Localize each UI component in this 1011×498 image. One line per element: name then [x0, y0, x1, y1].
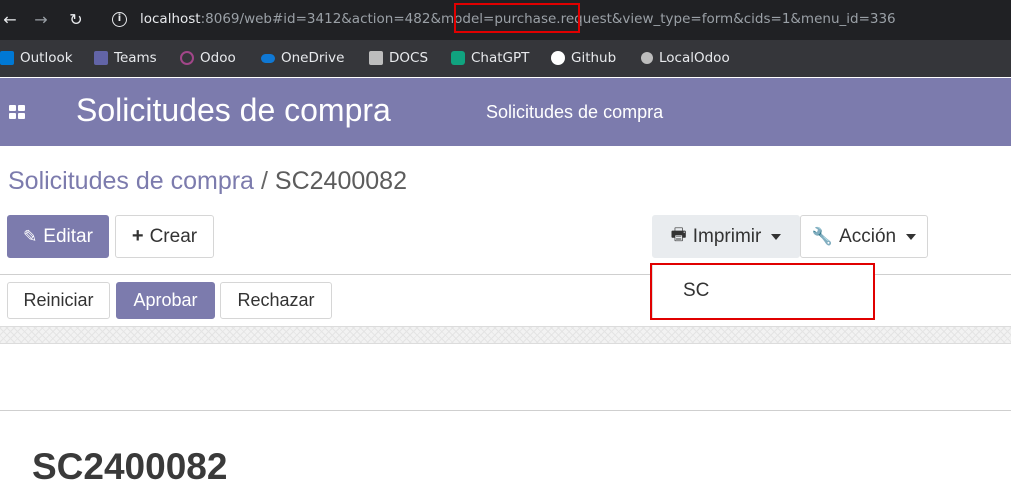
- wrench-icon: 🔧: [811, 226, 834, 246]
- bookmark-label: DOCS: [389, 50, 429, 66]
- create-button-label: Crear: [149, 225, 198, 247]
- reset-button[interactable]: Reiniciar: [7, 282, 110, 319]
- record-name-title: SC2400082: [32, 446, 228, 487]
- reload-icon[interactable]: ↻: [66, 10, 86, 30]
- approve-button[interactable]: Aprobar: [116, 282, 215, 319]
- chatgpt-icon: [451, 51, 465, 65]
- bookmark-odoo[interactable]: Odoo: [180, 48, 236, 68]
- breadcrumb-separator: /: [260, 167, 268, 195]
- outlook-icon: [0, 51, 14, 65]
- chevron-down-icon: [906, 233, 917, 240]
- localodoo-icon: [641, 52, 653, 64]
- browser-address-bar: ← → ↻ i localhost:8069/web#id=3412&actio…: [0, 0, 1011, 40]
- github-icon: [551, 51, 565, 65]
- pencil-icon: ✎: [23, 226, 38, 246]
- url-host: localhost: [140, 11, 201, 27]
- docs-icon: [369, 51, 383, 65]
- odoo-icon: [180, 51, 194, 65]
- bookmark-label: OneDrive: [281, 50, 345, 66]
- bookmark-github[interactable]: Github: [551, 48, 616, 68]
- bookmark-label: Outlook: [20, 50, 73, 66]
- action-dropdown-button[interactable]: 🔧 Acción: [800, 215, 928, 258]
- edit-button[interactable]: ✎ Editar: [7, 215, 109, 258]
- breadcrumb: Solicitudes de compra / SC2400082: [8, 167, 407, 196]
- action-button-label: Acción: [839, 225, 897, 247]
- create-button[interactable]: + Crear: [115, 215, 214, 258]
- print-button-label: Imprimir: [692, 225, 762, 247]
- forward-arrow-icon[interactable]: →: [31, 10, 51, 30]
- menu-item-solicitudes[interactable]: Solicitudes de compra: [486, 102, 663, 123]
- print-menu-highlight-box: [650, 263, 875, 320]
- app-brand[interactable]: Solicitudes de compra: [76, 92, 391, 129]
- site-info-icon[interactable]: i: [112, 12, 127, 27]
- breadcrumb-parent-link[interactable]: Solicitudes de compra: [8, 167, 254, 195]
- teams-icon: [94, 51, 108, 65]
- url-model-highlight-box: [454, 3, 580, 33]
- bookmark-label: ChatGPT: [471, 50, 530, 66]
- bookmark-localodoo[interactable]: LocalOdoo: [641, 48, 730, 68]
- bookmark-outlook[interactable]: Outlook: [0, 48, 73, 68]
- edit-button-label: Editar: [43, 225, 93, 247]
- plus-icon: +: [131, 225, 144, 247]
- bookmark-chatgpt[interactable]: ChatGPT: [451, 48, 529, 68]
- statusbar-background: [0, 326, 1011, 344]
- bookmark-label: LocalOdoo: [659, 50, 730, 66]
- main-navbar: Solicitudes de compra Solicitudes de com…: [0, 78, 1011, 146]
- chevron-down-icon: [771, 233, 782, 240]
- printer-icon: 🖶: [670, 225, 687, 244]
- bookmark-onedrive[interactable]: OneDrive: [261, 48, 344, 68]
- back-arrow-icon[interactable]: ←: [0, 10, 20, 30]
- bookmark-teams[interactable]: Teams: [94, 48, 157, 68]
- print-dropdown-button[interactable]: 🖶 Imprimir: [652, 215, 800, 258]
- bookmark-label: Github: [571, 50, 617, 66]
- apps-menu-icon[interactable]: [9, 105, 26, 119]
- onedrive-icon: [261, 53, 275, 63]
- sheet-divider: [0, 410, 1011, 411]
- reject-button[interactable]: Rechazar: [220, 282, 332, 319]
- bookmark-label: Teams: [114, 50, 157, 66]
- bookmark-label: Odoo: [200, 50, 236, 66]
- bookmark-docs[interactable]: DOCS: [369, 48, 428, 68]
- breadcrumb-current: SC2400082: [274, 167, 407, 195]
- bookmarks-bar: Outlook Teams Odoo OneDrive DOCS ChatGPT…: [0, 40, 1011, 77]
